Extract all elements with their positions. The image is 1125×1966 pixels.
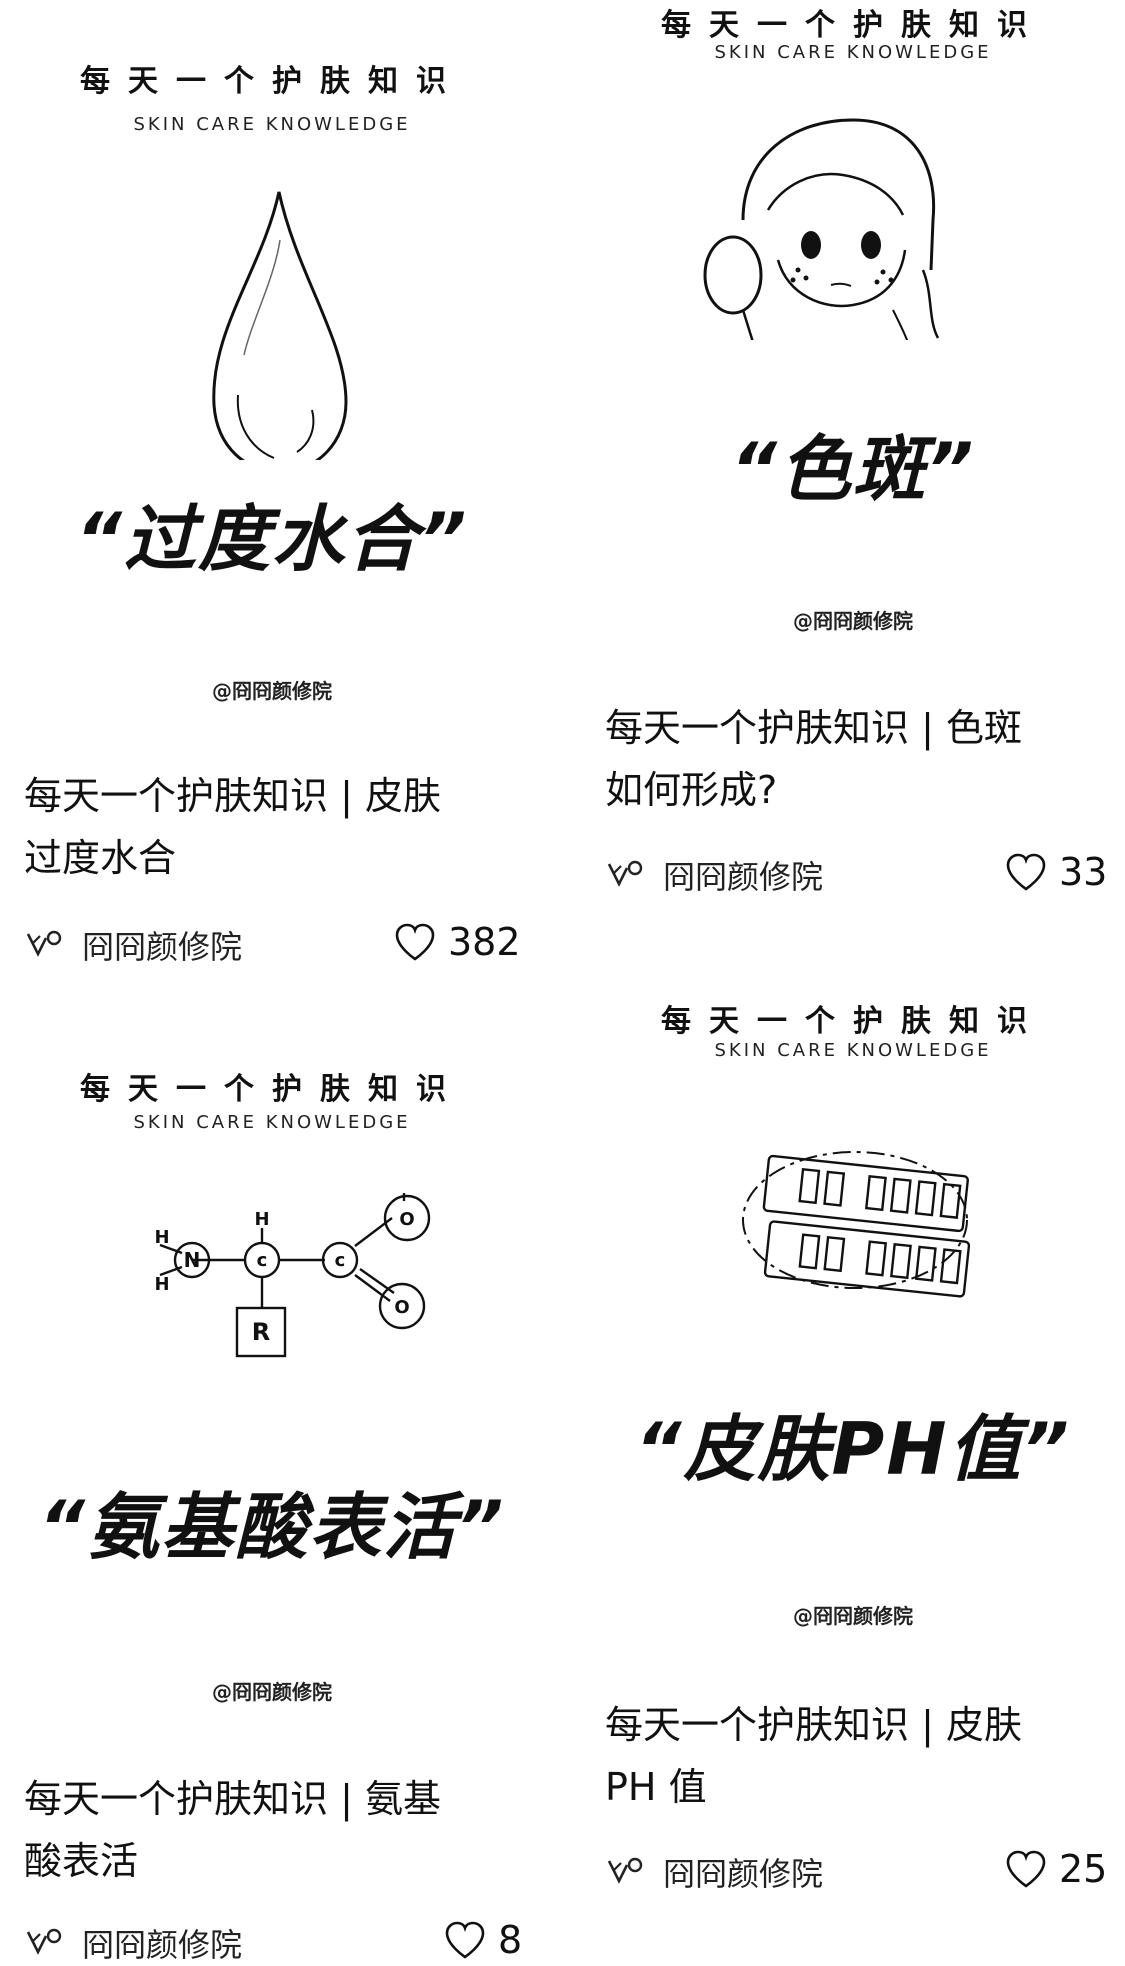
note-card-4[interactable]: 每天一个护肤知识 SKIN CARE KNOWLEDGE “皮肤PH值” @冏冏… (593, 990, 1113, 1893)
note-title-line-1: 每天一个护肤知识 | 氨基 (24, 1777, 441, 1821)
author-mark-icon (26, 1928, 62, 1955)
author-mark-icon (26, 930, 62, 957)
water-drop-illustration (212, 191, 348, 460)
amino-acid-structure-illustration: H H H H N c c O O R (154, 1193, 431, 1358)
heart-icon (445, 1921, 485, 1959)
like-count: 33 (1059, 850, 1108, 894)
cover-watermark: @冏冏颜修院 (793, 1604, 913, 1628)
molecule-label-c2: c (335, 1250, 346, 1271)
molecule-label-c1: c (257, 1250, 268, 1271)
cover-quote: “氨基酸表活” (38, 1485, 506, 1569)
note-title-line-1: 每天一个护肤知识 | 皮肤 (605, 1703, 1022, 1747)
molecule-label-o2: O (394, 1297, 409, 1318)
girl-with-mirror-illustration (703, 118, 940, 340)
note-meta: 冏冏颜修院 25 (605, 1845, 1108, 1895)
author-name[interactable]: 冏冏颜修院 (82, 1920, 242, 1966)
cover-quote: “过度水合” (75, 497, 469, 581)
note-title-line-1: 每天一个护肤知识 | 色斑 (605, 706, 1022, 750)
note-meta: 冏冏颜修院 382 (24, 918, 524, 968)
note-title[interactable]: 每天一个护肤知识 | 色斑 如何形成? (605, 697, 1105, 821)
like-button[interactable]: 382 (394, 920, 524, 966)
brand-english: SKIN CARE KNOWLEDGE (133, 114, 411, 135)
cover-watermark: @冏冏颜修院 (212, 679, 332, 703)
note-title-line-2: 如何形成? (605, 768, 778, 812)
heart-icon (1006, 853, 1046, 891)
molecule-label-n: N (184, 1248, 201, 1272)
ph-test-strip-illustration (742, 1151, 971, 1298)
molecule-label-h-carbon: H (254, 1209, 269, 1230)
note-card-2[interactable]: 每天一个护肤知识 SKIN CARE KNOWLEDGE “色斑” @冏冏颜修院… (593, 0, 1113, 896)
note-title[interactable]: 每天一个护肤知识 | 皮肤 过度水合 (24, 765, 524, 889)
brand-english: SKIN CARE KNOWLEDGE (714, 42, 992, 63)
note-title-line-2: 酸表活 (24, 1839, 139, 1883)
brand-chinese: 每天一个护肤知识 (80, 1072, 464, 1107)
cover-watermark: @冏冏颜修院 (212, 1680, 332, 1704)
molecule-label-o1: O (399, 1209, 414, 1230)
brand-english: SKIN CARE KNOWLEDGE (714, 1040, 992, 1061)
author-mark-icon (607, 1857, 643, 1884)
note-title-line-2: 过度水合 (24, 836, 177, 880)
note-title-line-1: 每天一个护肤知识 | 皮肤 (24, 774, 441, 818)
note-title[interactable]: 每天一个护肤知识 | 皮肤 PH 值 (605, 1694, 1105, 1818)
cover-image[interactable]: 每天一个护肤知识 SKIN CARE KNOWLEDGE “皮肤PH值” @冏冏… (593, 990, 1113, 1640)
note-title[interactable]: 每天一个护肤知识 | 氨基 酸表活 (24, 1768, 524, 1892)
cover-quote: “色斑” (730, 427, 976, 511)
cover-image[interactable]: 每天一个护肤知识 SKIN CARE KNOWLEDGE H H H N c c… (12, 1008, 532, 1708)
author-mark-icon (607, 860, 643, 887)
cover-image[interactable]: 每天一个护肤知识 SKIN CARE KNOWLEDGE “过度水合” @冏冏颜… (12, 0, 532, 703)
brand-chinese: 每天一个护肤知识 (661, 1004, 1045, 1039)
note-card-1[interactable]: 每天一个护肤知识 SKIN CARE KNOWLEDGE “过度水合” @冏冏颜… (12, 0, 532, 966)
author-name[interactable]: 冏冏颜修院 (82, 922, 242, 968)
molecule-label-h-lower-left: H (154, 1274, 169, 1295)
like-button[interactable]: 25 (1005, 1847, 1108, 1893)
heart-icon (395, 923, 435, 961)
cover-image[interactable]: 每天一个护肤知识 SKIN CARE KNOWLEDGE “色斑” @冏冏颜修院 (593, 0, 1113, 650)
author-name[interactable]: 冏冏颜修院 (663, 852, 823, 898)
like-button[interactable]: 8 (444, 1918, 524, 1964)
heart-icon (1006, 1850, 1046, 1888)
cover-watermark: @冏冏颜修院 (793, 609, 913, 633)
author-name[interactable]: 冏冏颜修院 (663, 1849, 823, 1895)
molecule-label-r: R (252, 1318, 270, 1346)
like-count: 25 (1059, 1847, 1108, 1891)
brand-english: SKIN CARE KNOWLEDGE (133, 1112, 411, 1133)
cover-quote: “皮肤PH值” (635, 1407, 1071, 1491)
note-title-line-2: PH 值 (605, 1765, 707, 1809)
note-meta: 冏冏颜修院 8 (24, 1916, 524, 1966)
brand-chinese: 每天一个护肤知识 (661, 8, 1045, 43)
like-count: 382 (448, 920, 521, 964)
note-card-3[interactable]: 每天一个护肤知识 SKIN CARE KNOWLEDGE H H H N c c… (12, 1008, 532, 1964)
note-meta: 冏冏颜修院 33 (605, 848, 1108, 898)
molecule-label-h-upper-left: H (154, 1227, 169, 1248)
brand-chinese: 每天一个护肤知识 (80, 64, 464, 99)
like-button[interactable]: 33 (1005, 850, 1108, 896)
like-count: 8 (498, 1918, 523, 1962)
